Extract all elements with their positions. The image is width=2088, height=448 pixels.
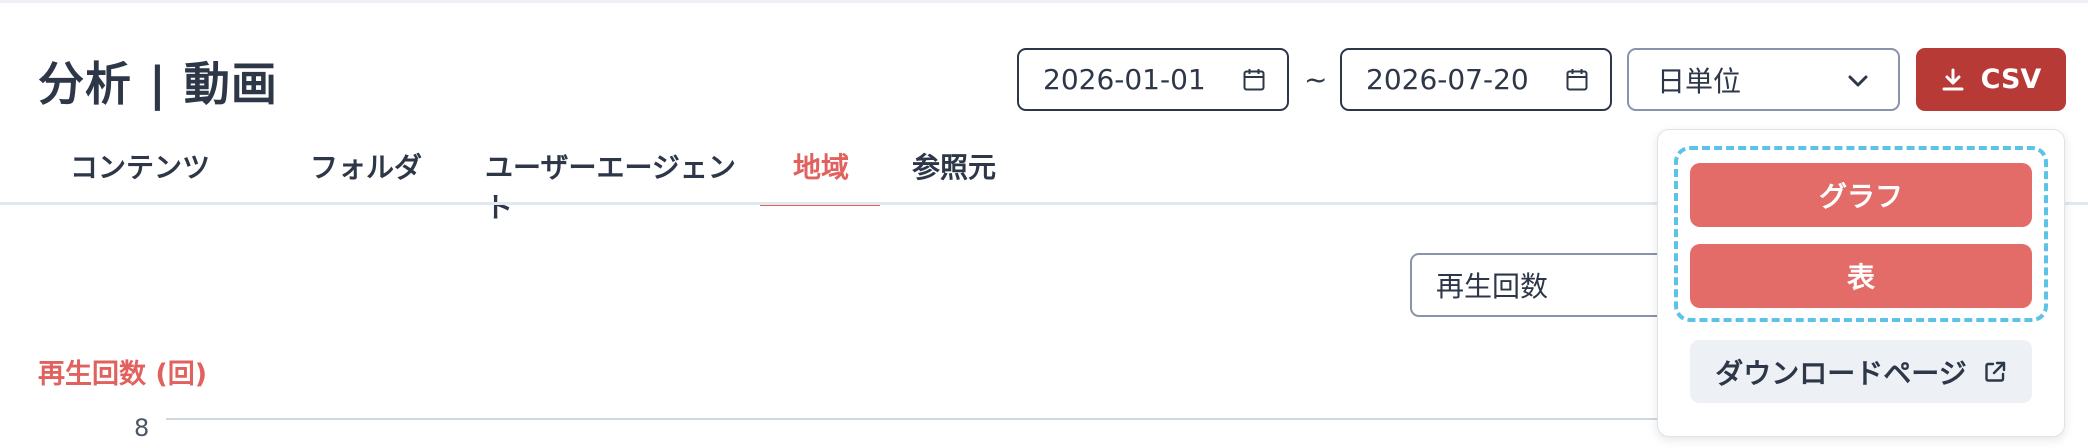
csv-button[interactable]: CSV: [1916, 48, 2066, 111]
chevron-down-icon: [1848, 75, 1868, 87]
tab-referrer[interactable]: 参照元: [880, 128, 1010, 206]
time-unit-select[interactable]: 日単位: [1627, 48, 1900, 111]
page-title: 分析 | 動画: [38, 57, 278, 111]
export-table-button[interactable]: 表: [1690, 244, 2032, 308]
analytics-tabs: コンテンツ フォルダ ユーザーエージェント 地域 参照元: [38, 128, 1010, 224]
end-date-field[interactable]: 2026-07-20: [1340, 48, 1612, 111]
start-date-value: 2026-01-01: [1043, 63, 1206, 96]
tab-user-agent[interactable]: ユーザーエージェント: [450, 128, 760, 224]
csv-export-options-highlight: グラフ 表: [1674, 146, 2048, 322]
chart-y-tick: 8: [134, 414, 150, 442]
csv-button-label: CSV: [1980, 64, 2042, 95]
start-date-field[interactable]: 2026-01-01: [1017, 48, 1289, 111]
chart-gridline: [166, 418, 1686, 420]
download-page-label: ダウンロードページ: [1715, 356, 1967, 390]
external-link-icon: [1985, 361, 2005, 382]
csv-dropdown-menu: グラフ 表 ダウンロードページ: [1657, 129, 2065, 437]
calendar-icon[interactable]: [1243, 68, 1265, 91]
date-range-separator: ~: [1304, 63, 1328, 96]
tab-contents[interactable]: コンテンツ: [38, 128, 275, 206]
download-icon: [1942, 68, 1964, 90]
calendar-icon[interactable]: [1566, 68, 1588, 91]
top-divider: [0, 0, 2088, 3]
chart-y-axis-label: 再生回数 (回): [38, 359, 208, 390]
time-unit-value: 日単位: [1657, 64, 1742, 98]
end-date-value: 2026-07-20: [1366, 63, 1529, 96]
tab-region[interactable]: 地域: [760, 128, 880, 206]
download-page-link[interactable]: ダウンロードページ: [1690, 340, 2032, 403]
metric-select-value: 再生回数: [1436, 270, 1549, 303]
tab-folder[interactable]: フォルダ: [275, 128, 450, 206]
export-graph-button[interactable]: グラフ: [1690, 163, 2032, 227]
